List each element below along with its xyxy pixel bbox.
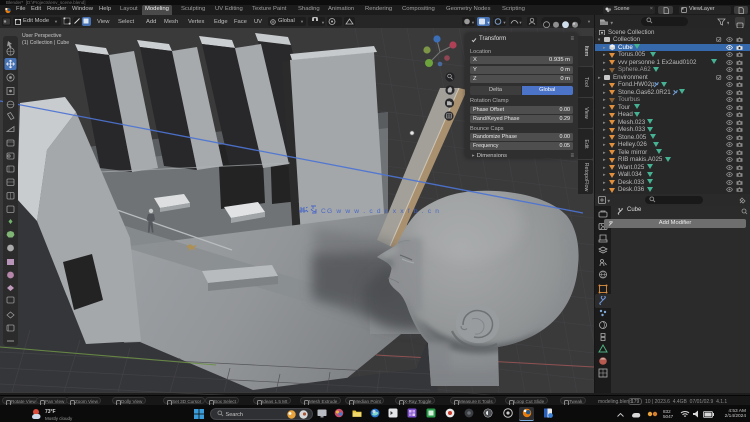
svg-text:▼: ▼ — [610, 20, 614, 25]
svg-text:▼: ▼ — [519, 20, 523, 25]
svg-text:▼: ▼ — [607, 199, 611, 204]
svg-text:(1) Collection | Cube: (1) Collection | Cube — [22, 40, 69, 46]
svg-text:CG w w w . c d n x x f b . c: CG w w w . c d n x x f b . c n — [321, 208, 440, 215]
svg-text:▼: ▼ — [503, 20, 507, 25]
svg-text:▼: ▼ — [321, 20, 325, 25]
svg-text:▼: ▼ — [471, 20, 475, 25]
svg-text:▼: ▼ — [726, 20, 729, 25]
svg-text:User Perspective: User Perspective — [22, 33, 62, 39]
svg-text:▼: ▼ — [487, 20, 491, 25]
